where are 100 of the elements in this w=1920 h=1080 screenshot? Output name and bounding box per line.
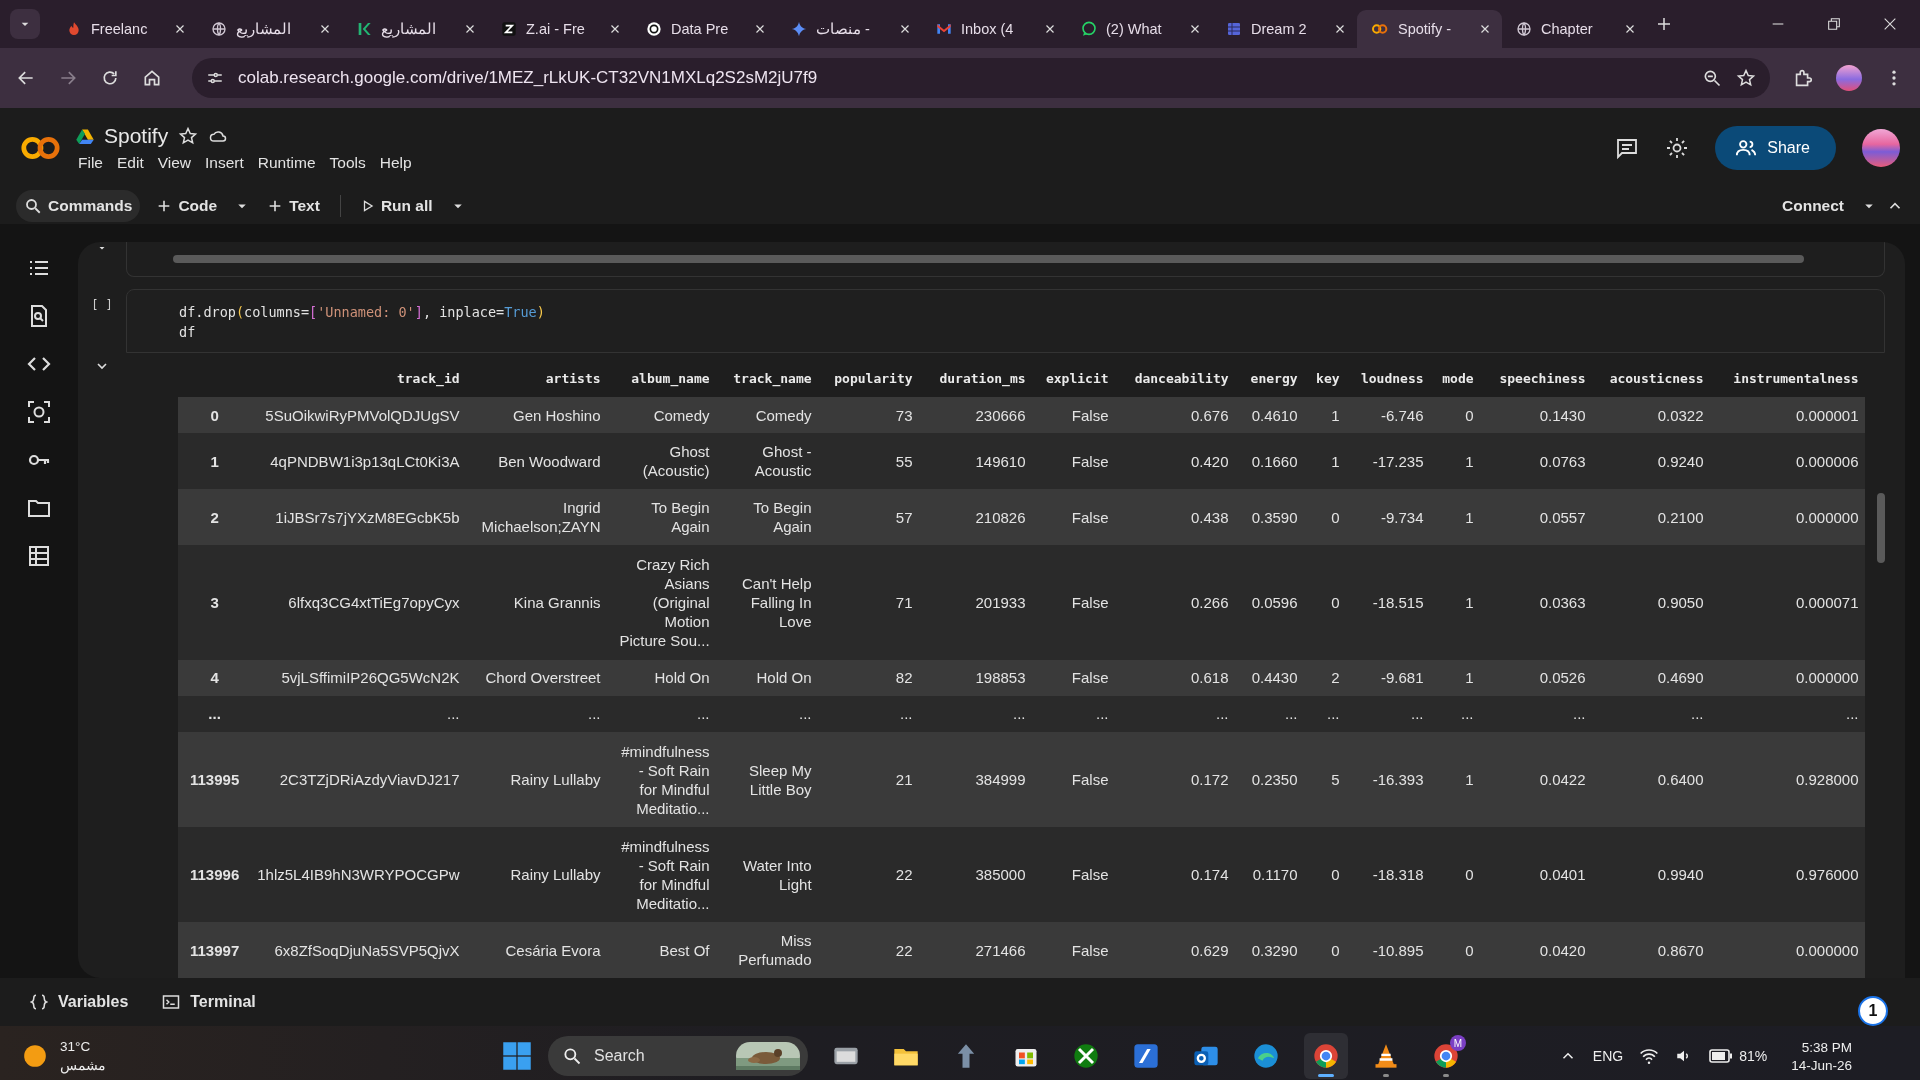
globe-icon <box>1516 21 1532 37</box>
reload-icon[interactable] <box>100 68 120 88</box>
zoom-icon[interactable] <box>1702 68 1722 88</box>
language-indicator[interactable]: ENG <box>1592 1048 1624 1064</box>
battery-icon[interactable] <box>1709 1049 1734 1063</box>
taskbar-search-bar[interactable]: Search <box>548 1036 808 1076</box>
run-cell-marker[interactable]: [ ] <box>91 298 113 312</box>
table-cell: 0.4690 <box>1591 659 1710 696</box>
wifi-icon[interactable] <box>1639 1046 1660 1066</box>
table-cell: 230666 <box>918 397 1032 434</box>
settings-icon[interactable] <box>1665 136 1690 160</box>
table-cell: False <box>1031 659 1115 696</box>
menu-item[interactable]: File <box>78 154 103 172</box>
start-icon[interactable] <box>502 1041 532 1071</box>
connect-button[interactable]: Connect <box>1774 190 1852 222</box>
add-code-button[interactable]: Code <box>148 190 226 222</box>
menu-item[interactable]: Runtime <box>257 154 316 172</box>
close-icon[interactable] <box>1882 16 1898 32</box>
scrollbar-thumb[interactable] <box>1877 493 1885 563</box>
user-avatar[interactable] <box>1862 129 1900 167</box>
browser-tab[interactable]: Freelanc <box>52 10 197 48</box>
browser-tab[interactable]: المشاريع <box>342 10 487 48</box>
run-all-button[interactable]: Run all <box>352 190 441 222</box>
table-cell: 0.438 <box>1114 489 1235 545</box>
table-cell: 0.9240 <box>1591 433 1710 490</box>
row-index: 4 <box>178 659 246 696</box>
table-cell: ... <box>817 695 919 732</box>
weather-text: مشمس <box>60 1057 106 1073</box>
table-cell: 1 <box>1429 545 1480 660</box>
scrollbar-thumb[interactable] <box>173 255 1804 263</box>
table-cell: False <box>1031 489 1115 545</box>
star-icon[interactable] <box>178 126 199 146</box>
row-index: 2 <box>178 489 246 545</box>
terminal-button[interactable]: Terminal <box>162 993 256 1011</box>
table-cell: 198853 <box>918 659 1032 696</box>
table-cell: Ghost - Acoustic <box>715 433 818 490</box>
browser-tab[interactable]: منصات - <box>777 10 922 48</box>
browser-tab[interactable]: Z.ai - Fre <box>487 10 632 48</box>
table-cell: 0.0763 <box>1479 433 1592 490</box>
table-cell: ... <box>715 695 818 732</box>
menu-item[interactable]: Help <box>379 154 412 172</box>
table-cell: Kina Grannis <box>465 545 607 660</box>
running-indicator <box>1443 1074 1449 1077</box>
browser-tab[interactable]: Chapter <box>1502 10 1647 48</box>
notebook-title[interactable]: Spotify <box>104 124 169 148</box>
restore-icon[interactable] <box>1826 16 1842 32</box>
column-header: popularity <box>817 359 919 398</box>
table-cell: ... <box>1345 695 1430 732</box>
table-cell: ... <box>606 695 716 732</box>
table-cell: Gen Hoshino <box>465 397 607 434</box>
commands-button[interactable]: Commands <box>16 190 141 222</box>
clock-time[interactable]: 5:38 PM <box>1801 1039 1852 1055</box>
menu-item[interactable]: View <box>157 154 192 172</box>
comment-icon[interactable] <box>1615 136 1640 160</box>
variables-button[interactable]: Variables <box>30 993 129 1011</box>
url-text: colab.research.google.com/drive/1MEZ_rLkUK-CT32VN1MXLq2S2sM2jU7f9 <box>238 68 819 88</box>
browser-tab[interactable]: Inbox (4 <box>922 10 1067 48</box>
column-header: track_id <box>245 359 466 398</box>
terminal-icon <box>162 993 181 1011</box>
temperature-text: 31°C <box>60 1039 92 1054</box>
menu-item[interactable]: Tools <box>329 154 366 172</box>
new-tab-icon[interactable] <box>1655 15 1673 33</box>
table-cell: 0.0420 <box>1479 922 1592 978</box>
globe-icon <box>211 21 227 37</box>
table-icon[interactable] <box>27 544 51 568</box>
home-icon[interactable] <box>142 68 162 88</box>
column-header: album_name <box>606 359 716 398</box>
taskbar-app[interactable]: M <box>1424 1033 1468 1079</box>
table-cell: 0.629 <box>1114 922 1235 978</box>
address-bar[interactable]: colab.research.google.com/drive/1MEZ_rLkUK-CT32VN1MXLq2S2sM2jU7f9 <box>192 58 1770 98</box>
table-cell: 0 <box>1303 827 1346 923</box>
row-index: 113995 <box>178 732 246 828</box>
browser-tab[interactable]: Spotify - <box>1357 10 1502 48</box>
share-button[interactable]: Share <box>1715 126 1836 170</box>
table-cell: 22 <box>817 827 919 923</box>
browser-tab[interactable]: Dream 2 <box>1212 10 1357 48</box>
code-editor[interactable]: df.drop(columns=['Unnamed: 0'], inplace=True) df <box>126 289 1885 353</box>
table-cell: -9.681 <box>1345 659 1430 696</box>
row-index: 3 <box>178 545 246 660</box>
browser-tab[interactable]: (2) What <box>1067 10 1212 48</box>
menu-item[interactable]: Edit <box>117 154 144 172</box>
table-cell: ... <box>1031 695 1115 732</box>
menu-item[interactable]: Insert <box>205 154 244 172</box>
search-icon <box>562 1046 582 1066</box>
table-cell: 0.172 <box>1114 732 1235 828</box>
focus-icon[interactable] <box>27 400 51 424</box>
taskbar-app[interactable] <box>1304 1033 1348 1079</box>
table-cell: 0.4430 <box>1234 659 1304 696</box>
browser-tab[interactable]: Data Pre <box>632 10 777 48</box>
clock-date[interactable]: 14-Jun-26 <box>1791 1057 1852 1073</box>
search-field[interactable]: Search <box>592 1046 726 1066</box>
table-cell: 0.9940 <box>1591 827 1710 923</box>
table-cell: 0.676 <box>1114 397 1235 434</box>
table-cell: ... <box>1234 695 1304 732</box>
add-text-button[interactable]: Text <box>259 190 328 222</box>
bookmark-star-icon[interactable] <box>1736 68 1756 88</box>
profile-avatar[interactable] <box>1836 65 1862 91</box>
browser-tab[interactable]: المشاريع <box>197 10 342 48</box>
table-cell: Water Into Light <box>715 827 818 923</box>
table-cell: 6x8ZfSoqDjuNa5SVP5QjvX <box>245 922 466 978</box>
